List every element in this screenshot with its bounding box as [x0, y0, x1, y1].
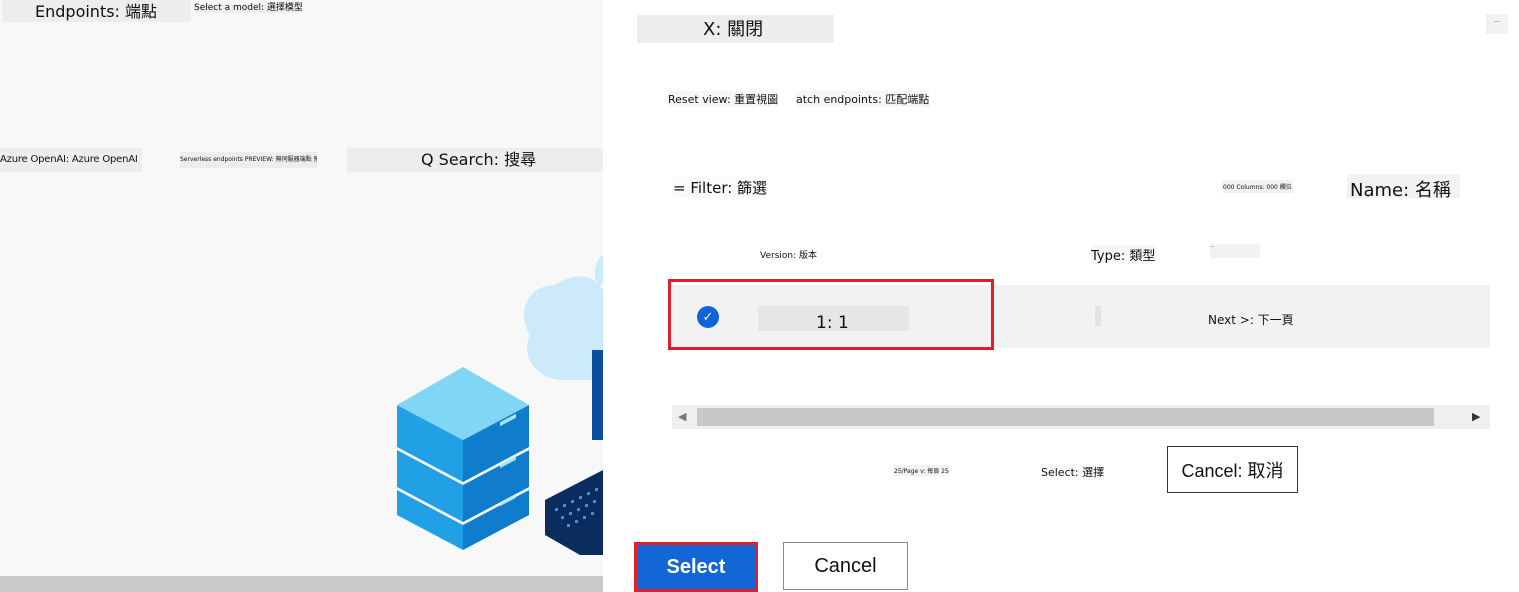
select-model-label: Select a model: 選擇模型	[194, 3, 303, 13]
per-page-select[interactable]: 25/Page v: 每頁 25	[893, 465, 950, 476]
endpoints-tab[interactable]: Endpoints: 端點	[2, 0, 191, 22]
left-pane-scrollbar[interactable]	[0, 576, 603, 592]
extra-column-header[interactable]: ···	[1210, 244, 1260, 258]
type-column-header[interactable]: Type: 類型	[1091, 245, 1156, 264]
filter-button[interactable]: = Filter: 篩選	[673, 177, 768, 198]
select-zh-button[interactable]: Select: 選擇	[1041, 464, 1105, 480]
scroll-right-icon[interactable]: ▶	[1472, 405, 1480, 429]
next-page-button[interactable]: Next >: 下一頁	[1208, 311, 1294, 328]
laptop-shape	[545, 470, 603, 555]
server-illustration	[397, 255, 603, 555]
serverless-endpoints-tab[interactable]: Serverless endpoints PREVIEW: 無伺服器端點 預	[180, 152, 317, 168]
server-stack-shape	[397, 367, 529, 550]
columns-button[interactable]: 000 Columns: 000 欄位	[1222, 180, 1293, 193]
checkbox-checked-icon[interactable]: ✓	[697, 306, 719, 328]
cancel-button[interactable]: Cancel	[783, 542, 908, 590]
type-cell	[1095, 306, 1101, 326]
match-endpoints-toggle[interactable]: atch endpoints: 匹配端點	[796, 91, 930, 107]
cloud-shape	[524, 276, 603, 380]
device-shape	[592, 350, 603, 440]
name-column-header[interactable]: Name: 名稱	[1347, 174, 1460, 201]
scrollbar-thumb[interactable]	[697, 408, 1434, 426]
reset-view-button[interactable]: Reset view: 重置視圖	[668, 91, 779, 107]
cancel-zh-button[interactable]: Cancel: 取消	[1167, 446, 1298, 493]
version-cell: 1: 1	[758, 306, 909, 333]
search-input[interactable]: Q Search: 搜尋	[347, 148, 605, 172]
more-options-icon[interactable]: ···	[1486, 14, 1508, 34]
scroll-left-icon[interactable]: ◀	[678, 405, 686, 429]
version-column-header[interactable]: Version: 版本	[760, 248, 817, 261]
azure-openai-tab[interactable]: Azure OpenAI: Azure OpenAI	[0, 148, 142, 172]
close-button[interactable]: X: 關閉	[637, 15, 834, 43]
select-button[interactable]: Select	[634, 542, 758, 592]
